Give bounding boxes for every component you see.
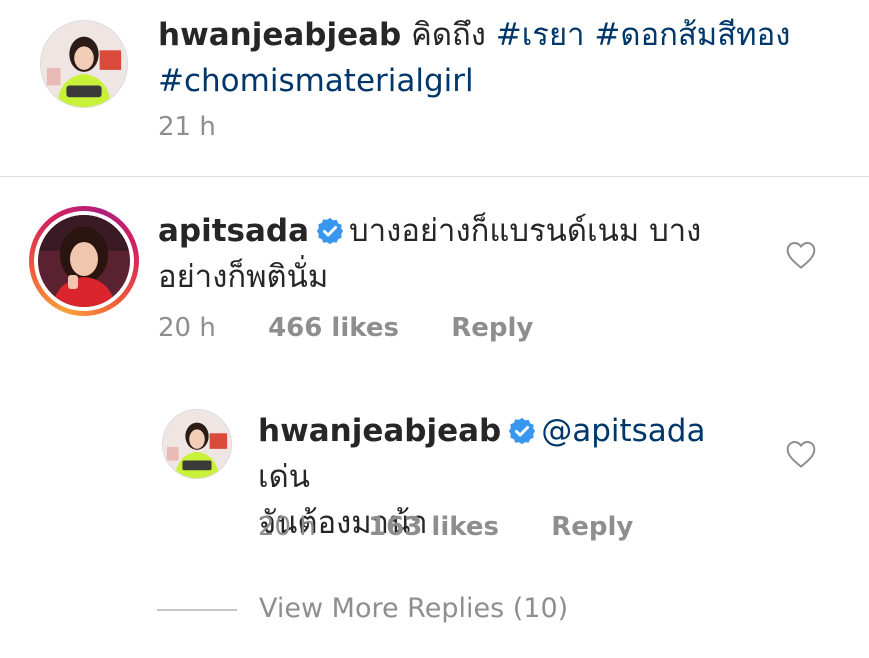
avatar-photo-icon	[163, 410, 231, 478]
caption-text: hwanjeabjeab คิดถึง #เรยา #ดอกส้มสีทอง #…	[158, 12, 838, 104]
reply-avatar[interactable]	[162, 409, 232, 479]
view-more-replies-label[interactable]: View More Replies (10)	[259, 593, 568, 624]
reply-likes-count[interactable]: 163 likes	[368, 512, 499, 542]
comment-body: บางอย่างก็แบรนด์เนม บาง	[349, 213, 702, 249]
comment-username[interactable]: apitsada	[158, 213, 309, 249]
reply-timestamp: 20 h	[258, 512, 316, 542]
caption-body: คิดถึง	[411, 17, 486, 53]
reply-meta: 20 h 163 likes Reply	[258, 512, 633, 542]
verified-badge-icon	[509, 417, 536, 445]
mention-link[interactable]: @apitsada	[541, 413, 705, 449]
comment-likes-count[interactable]: 466 likes	[268, 313, 399, 343]
caption-meta: 21 h	[158, 112, 216, 142]
hashtag-link[interactable]: #chomismaterialgirl	[158, 63, 474, 99]
comment-body-line2: อย่างก็พตินั่ม	[158, 259, 329, 295]
hashtag-link[interactable]: #ดอกส้มสีทอง	[594, 17, 790, 53]
reply-body: เด่น	[258, 459, 310, 495]
verified-badge-icon	[316, 217, 344, 245]
heart-outline-icon[interactable]	[785, 439, 817, 469]
view-more-line	[157, 609, 237, 611]
caption-timestamp: 21 h	[158, 112, 216, 142]
comment-reply-button[interactable]: Reply	[451, 313, 533, 343]
comment-timestamp: 20 h	[158, 313, 216, 343]
comment-text: apitsada บางอย่างก็แบรนด์เนม บาง อย่างก็พ…	[158, 208, 758, 300]
caption-avatar[interactable]	[40, 20, 128, 108]
comment-avatar[interactable]	[38, 215, 130, 307]
caption-username[interactable]: hwanjeabjeab	[158, 17, 401, 53]
story-ring[interactable]	[29, 206, 139, 316]
reply-reply-button[interactable]: Reply	[551, 512, 633, 542]
avatar-photo-icon	[38, 215, 130, 307]
section-divider	[0, 176, 869, 177]
heart-outline-icon[interactable]	[785, 240, 817, 270]
comment-meta: 20 h 466 likes Reply	[158, 313, 533, 343]
hashtag-link[interactable]: #เรยา	[496, 17, 585, 53]
reply-username[interactable]: hwanjeabjeab	[258, 413, 501, 449]
avatar-photo-icon	[41, 21, 127, 107]
